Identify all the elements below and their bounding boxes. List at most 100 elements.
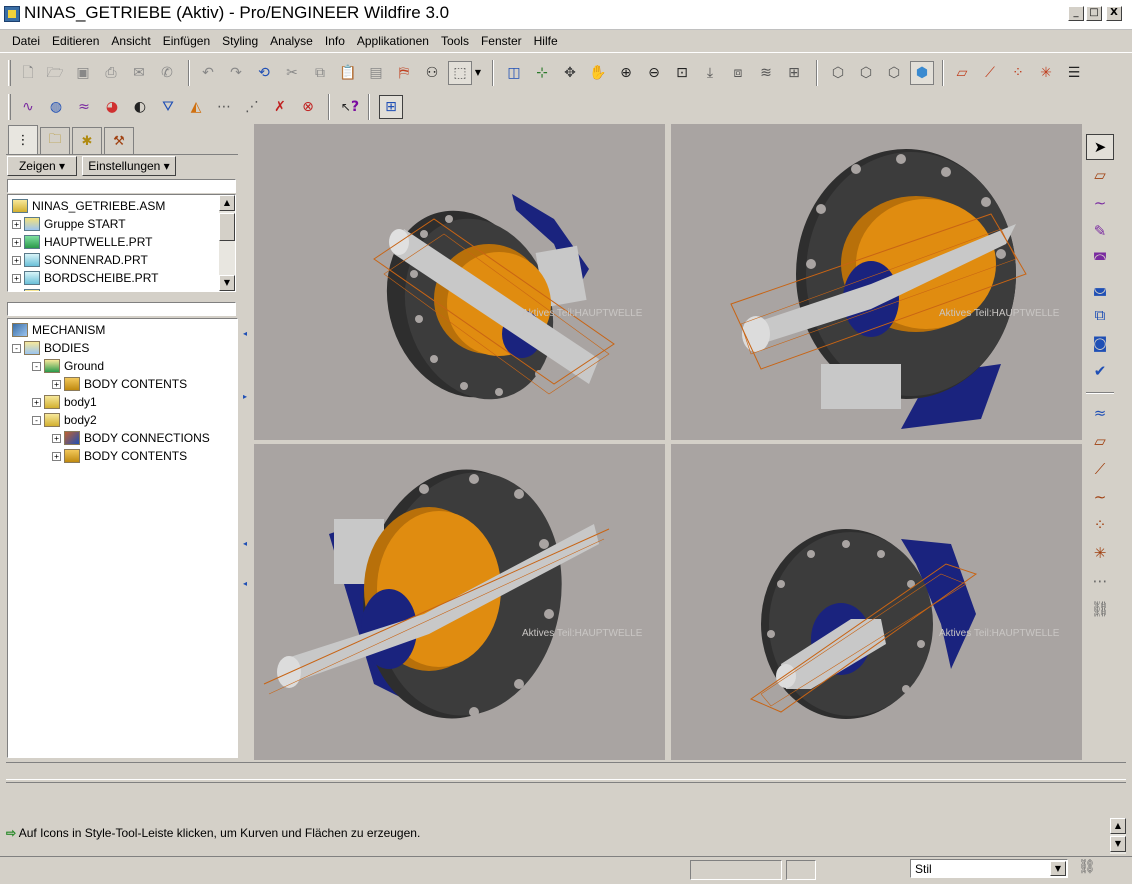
- datum-curve-icon[interactable]: ∼: [1086, 484, 1114, 510]
- menu-applikationen[interactable]: Applikationen: [351, 34, 435, 48]
- undo-icon[interactable]: ↶: [196, 61, 220, 85]
- collapse-arrow-icon[interactable]: ◂: [243, 539, 247, 548]
- expand-arrow-icon[interactable]: ▸: [243, 392, 247, 401]
- draft-icon[interactable]: ⛛: [156, 95, 180, 119]
- orient-mode-icon[interactable]: ✥: [558, 61, 582, 85]
- no-hidden-icon[interactable]: ⬡: [882, 61, 906, 85]
- dihedral-icon[interactable]: ⋯: [212, 95, 236, 119]
- scroll-down-icon[interactable]: ▼: [219, 275, 235, 291]
- toolbar-grip[interactable]: [8, 60, 11, 86]
- tab-favorites[interactable]: ✱: [72, 127, 102, 154]
- viewport-top-left[interactable]: Aktives Teil:HAUPTWELLE: [254, 124, 665, 440]
- scroll-up-icon[interactable]: ▲: [219, 195, 235, 211]
- select-arrow-icon[interactable]: ➤: [1086, 134, 1114, 160]
- select-dropdown-icon[interactable]: ▼: [472, 61, 484, 85]
- expand-toggle-icon[interactable]: +: [12, 237, 21, 247]
- datum-axes-icon[interactable]: ⟋: [978, 61, 1002, 85]
- model-tree-item[interactable]: + HAUPTWELLE.PRT: [12, 233, 152, 251]
- panel-splitter[interactable]: ◂ ▸ ◂ ◂: [243, 124, 249, 760]
- redo-icon[interactable]: ↷: [224, 61, 248, 85]
- toolbar-grip[interactable]: [8, 94, 11, 120]
- plane-tool-icon[interactable]: ▱: [1086, 428, 1114, 454]
- menu-analyse[interactable]: Analyse: [264, 34, 319, 48]
- viewport-bottom-right[interactable]: Aktives Teil:HAUPTWELLE: [671, 444, 1082, 760]
- select-box-icon[interactable]: ⬚: [448, 61, 472, 85]
- deviation-icon[interactable]: ⋰: [240, 95, 264, 119]
- layers-icon[interactable]: ≋: [754, 61, 778, 85]
- show-dropdown-button[interactable]: Zeigen ▾: [7, 156, 77, 176]
- model-tree-scrollbar[interactable]: ▲ ▼: [219, 195, 235, 291]
- menu-hilfe[interactable]: Hilfe: [528, 34, 564, 48]
- scroll-thumb[interactable]: [219, 213, 235, 241]
- regenerate-icon[interactable]: ⟲: [252, 61, 276, 85]
- menu-editieren[interactable]: Editieren: [46, 34, 105, 48]
- saved-views-icon[interactable]: ⧈: [726, 61, 750, 85]
- zoom-out-icon[interactable]: ⊖: [642, 61, 666, 85]
- collapse-arrow-icon[interactable]: ◂: [243, 329, 247, 338]
- expand-toggle-icon[interactable]: +: [12, 292, 21, 293]
- edit-curve-icon[interactable]: ✎: [1086, 218, 1114, 244]
- tab-folder-browser[interactable]: 🗀: [40, 127, 70, 154]
- settings-dropdown-button[interactable]: Einstellungen ▾: [82, 156, 176, 176]
- connect-surface-icon[interactable]: ⧉: [1086, 302, 1114, 328]
- mechanism-tree-item[interactable]: + body1: [32, 393, 97, 411]
- model-tree-item[interactable]: + Gruppe START: [12, 215, 126, 233]
- send-link-icon[interactable]: ✆: [155, 61, 179, 85]
- trim-surface-icon[interactable]: ◙: [1086, 330, 1114, 356]
- menu-einfuegen[interactable]: Einfügen: [157, 34, 216, 48]
- curve-from-surface-icon[interactable]: ◚: [1086, 246, 1114, 272]
- reflection-icon[interactable]: ◐: [128, 95, 152, 119]
- filter-dropdown-icon[interactable]: ▼: [1050, 861, 1066, 876]
- shading-icon[interactable]: ⬢: [910, 61, 934, 85]
- paste-special-icon[interactable]: ▤: [364, 61, 388, 85]
- paste-icon[interactable]: 📋: [336, 61, 360, 85]
- regen-manager-icon[interactable]: ⛿: [392, 61, 416, 85]
- section-icon[interactable]: ◍: [44, 95, 68, 119]
- scroll-down-icon[interactable]: ▼: [1110, 836, 1126, 852]
- expand-toggle-icon[interactable]: -: [32, 415, 41, 425]
- tab-connections[interactable]: ⚒: [104, 127, 134, 154]
- analysis-tool-icon[interactable]: ⋯: [1086, 568, 1114, 594]
- menu-tools[interactable]: Tools: [435, 34, 475, 48]
- find-icon[interactable]: ⚇: [420, 61, 444, 85]
- print-icon[interactable]: ⎙: [99, 61, 123, 85]
- mechanism-tree-item[interactable]: + BODY CONNECTIONS: [52, 429, 210, 447]
- expand-toggle-icon[interactable]: +: [32, 397, 41, 407]
- viewport-bottom-left[interactable]: Aktives Teil:HAUPTWELLE: [254, 444, 665, 760]
- chain-tool-icon[interactable]: ⛓: [1086, 596, 1114, 622]
- filter-select[interactable]: Stil ▼: [910, 859, 1068, 878]
- model-tree-item[interactable]: + SONNENRAD.PRT: [12, 251, 148, 269]
- refit-icon[interactable]: ⊡: [670, 61, 694, 85]
- menu-datei[interactable]: Datei: [6, 34, 46, 48]
- reorient-icon[interactable]: ⤓: [698, 61, 722, 85]
- model-tree-item[interactable]: + BLAMMELE_ZAHNRAD.ASM: [12, 287, 203, 293]
- send-mail-icon[interactable]: ✉: [127, 61, 151, 85]
- slope-icon[interactable]: ◭: [184, 95, 208, 119]
- axis-tool-icon[interactable]: ⟋: [1086, 456, 1114, 482]
- repaint-icon[interactable]: ◫: [502, 61, 526, 85]
- copy-icon[interactable]: ⧉: [308, 61, 332, 85]
- view-manager-icon[interactable]: ⊞: [782, 61, 806, 85]
- maximize-button[interactable]: □: [1086, 6, 1102, 21]
- new-file-icon[interactable]: 🗋: [16, 61, 40, 85]
- datum-points-icon[interactable]: ⁘: [1006, 61, 1030, 85]
- curvature-icon[interactable]: ∿: [16, 95, 40, 119]
- message-scrollbar[interactable]: ▲ ▼: [1110, 818, 1126, 854]
- expand-toggle-icon[interactable]: -: [32, 361, 41, 371]
- sketch-tool-icon[interactable]: ≈: [1086, 400, 1114, 426]
- mechanism-tree-item[interactable]: - BODIES: [12, 339, 89, 357]
- create-surface-icon[interactable]: ◛: [1086, 274, 1114, 300]
- model-tree-item[interactable]: NINAS_GETRIEBE.ASM: [12, 197, 165, 215]
- cut-icon[interactable]: ✂: [280, 61, 304, 85]
- expand-toggle-icon[interactable]: +: [12, 255, 21, 265]
- resize-grip-icon[interactable]: ⛓: [1078, 859, 1096, 875]
- delete-curvature-icon[interactable]: ✗: [268, 95, 292, 119]
- close-button[interactable]: X: [1106, 6, 1122, 21]
- delete-section-icon[interactable]: ⊗: [296, 95, 320, 119]
- set-active-plane-icon[interactable]: ▱: [1086, 162, 1114, 188]
- open-file-icon[interactable]: 🗁: [43, 61, 67, 85]
- model-tree-item[interactable]: + BORDSCHEIBE.PRT: [12, 269, 158, 287]
- mechanism-tree-item[interactable]: - Ground: [32, 357, 104, 375]
- expand-toggle-icon[interactable]: +: [12, 219, 21, 229]
- point-tool-icon[interactable]: ⁘: [1086, 512, 1114, 538]
